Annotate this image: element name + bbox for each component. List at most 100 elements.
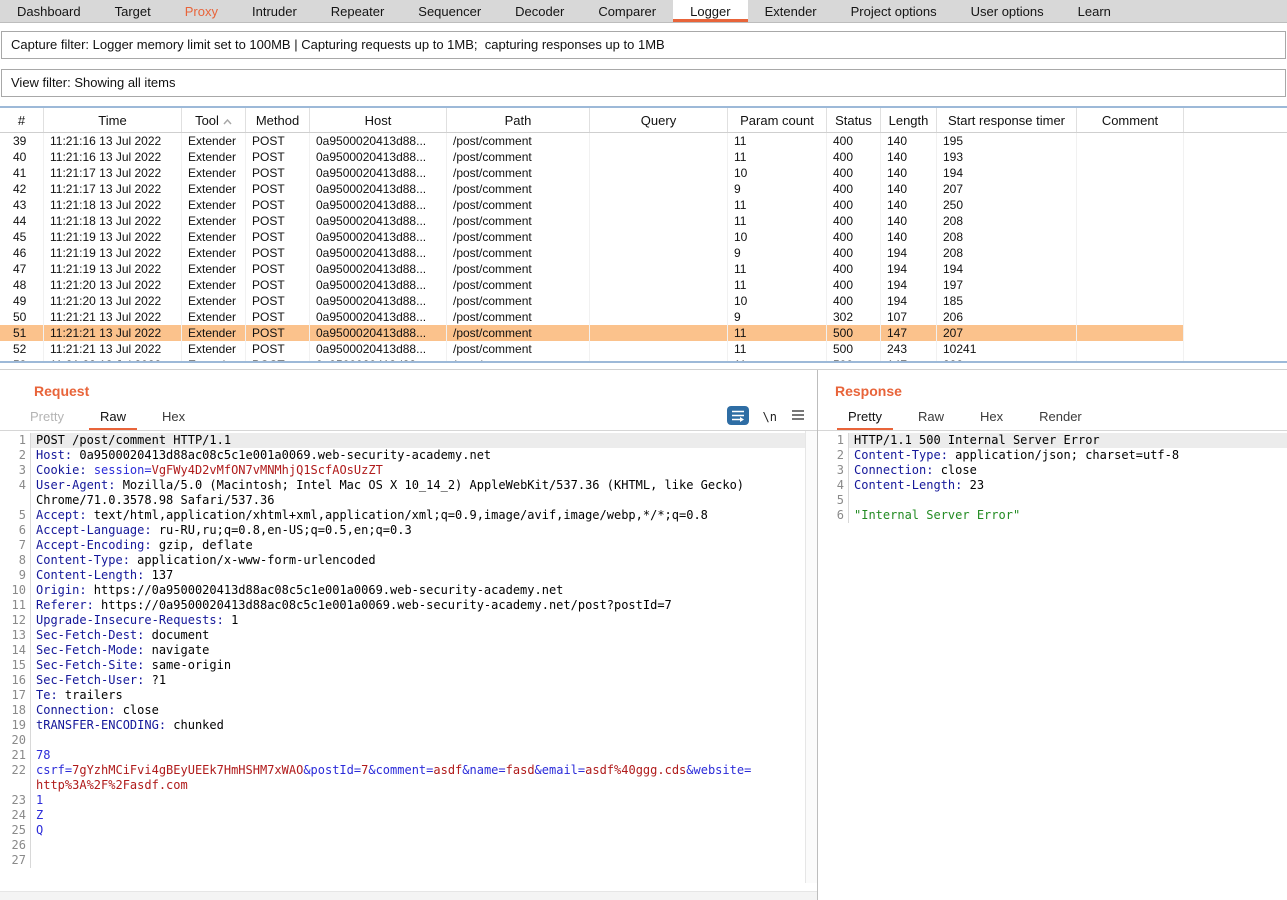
wrap-lines-icon[interactable] <box>727 406 749 428</box>
tab-decoder[interactable]: Decoder <box>498 0 581 22</box>
column-header-status[interactable]: Status <box>827 108 881 132</box>
cell--: 40 <box>0 149 44 165</box>
tab-extender[interactable]: Extender <box>748 0 834 22</box>
response-panel: Response PrettyRawHexRender 1HTTP/1.1 50… <box>818 370 1287 900</box>
tab-comparer[interactable]: Comparer <box>581 0 673 22</box>
tab-intruder[interactable]: Intruder <box>235 0 314 22</box>
request-hscrollbar[interactable] <box>0 891 817 900</box>
log-row[interactable]: 5111:21:21 13 Jul 2022ExtenderPOST0a9500… <box>0 325 1287 341</box>
cell-method: POST <box>246 357 310 363</box>
cell--: 47 <box>0 261 44 277</box>
log-row[interactable]: 4511:21:19 13 Jul 2022ExtenderPOST0a9500… <box>0 229 1287 245</box>
log-row[interactable]: 5311:21:22 13 Jul 2022ExtenderPOST0a9500… <box>0 357 1287 363</box>
tab-proxy[interactable]: Proxy <box>168 0 235 22</box>
cell-query <box>590 325 728 341</box>
line-number: 16 <box>0 673 31 688</box>
request-line: 15Sec-Fetch-Site: same-origin <box>0 658 817 673</box>
column-header-method[interactable]: Method <box>246 108 310 132</box>
cell--: 42 <box>0 181 44 197</box>
cell-query <box>590 261 728 277</box>
column-header--[interactable]: # <box>0 108 44 132</box>
response-editor[interactable]: 1HTTP/1.1 500 Internal Server Error2Cont… <box>818 431 1287 900</box>
editor-menu-icon[interactable] <box>791 409 805 424</box>
column-header-param-count[interactable]: Param count <box>728 108 827 132</box>
request-tab-hex[interactable]: Hex <box>144 403 203 430</box>
log-row[interactable]: 4811:21:20 13 Jul 2022ExtenderPOST0a9500… <box>0 277 1287 293</box>
tab-project-options[interactable]: Project options <box>834 0 954 22</box>
line-content: 78 <box>31 748 817 763</box>
log-row[interactable]: 4111:21:17 13 Jul 2022ExtenderPOST0a9500… <box>0 165 1287 181</box>
request-tab-pretty[interactable]: Pretty <box>12 403 82 430</box>
cell-method: POST <box>246 181 310 197</box>
log-row[interactable]: 4711:21:19 13 Jul 2022ExtenderPOST0a9500… <box>0 261 1287 277</box>
line-content: csrf=7gYzhMCiFvi4gBEyUEEk7HmHSHM7xWAO&po… <box>31 763 817 793</box>
line-content <box>31 838 817 853</box>
cell-query <box>590 197 728 213</box>
capture-filter-bar[interactable]: Capture filter: Logger memory limit set … <box>1 31 1286 59</box>
cell-length: 194 <box>881 277 937 293</box>
cell-path: /post/comment <box>447 213 590 229</box>
log-row[interactable]: 4011:21:16 13 Jul 2022ExtenderPOST0a9500… <box>0 149 1287 165</box>
column-header-tool[interactable]: Tool <box>182 108 246 132</box>
cell-method: POST <box>246 309 310 325</box>
tab-learn[interactable]: Learn <box>1061 0 1128 22</box>
log-row[interactable]: 4211:21:17 13 Jul 2022ExtenderPOST0a9500… <box>0 181 1287 197</box>
cell-status: 400 <box>827 261 881 277</box>
tab-dashboard[interactable]: Dashboard <box>0 0 98 22</box>
cell-tool: Extender <box>182 293 246 309</box>
log-row[interactable]: 4611:21:19 13 Jul 2022ExtenderPOST0a9500… <box>0 245 1287 261</box>
line-content: Content-Length: 23 <box>849 478 1287 493</box>
tab-repeater[interactable]: Repeater <box>314 0 401 22</box>
cell-start-response-timer: 197 <box>937 277 1077 293</box>
cell-param-count: 11 <box>728 133 827 149</box>
cell-query <box>590 181 728 197</box>
log-row[interactable]: 4911:21:20 13 Jul 2022ExtenderPOST0a9500… <box>0 293 1287 309</box>
cell-status: 400 <box>827 165 881 181</box>
column-header-length[interactable]: Length <box>881 108 937 132</box>
cell-query <box>590 341 728 357</box>
tab-sequencer[interactable]: Sequencer <box>401 0 498 22</box>
line-content: Content-Length: 137 <box>31 568 817 583</box>
column-header-host[interactable]: Host <box>310 108 447 132</box>
cell-path: /post/comment <box>447 165 590 181</box>
row-filler <box>1184 325 1287 341</box>
column-header-start-response-timer[interactable]: Start response timer <box>937 108 1077 132</box>
column-header-time[interactable]: Time <box>44 108 182 132</box>
newline-toggle[interactable]: \n <box>763 410 777 424</box>
log-row[interactable]: 5011:21:21 13 Jul 2022ExtenderPOST0a9500… <box>0 309 1287 325</box>
log-row[interactable]: 5211:21:21 13 Jul 2022ExtenderPOST0a9500… <box>0 341 1287 357</box>
log-row[interactable]: 4311:21:18 13 Jul 2022ExtenderPOST0a9500… <box>0 197 1287 213</box>
request-tab-raw[interactable]: Raw <box>82 403 144 430</box>
response-line: 3Connection: close <box>818 463 1287 478</box>
row-filler <box>1184 133 1287 149</box>
cell-time: 11:21:19 13 Jul 2022 <box>44 229 182 245</box>
line-content: Accept: text/html,application/xhtml+xml,… <box>31 508 817 523</box>
request-line: 3Cookie: session=VgFWy4D2vMfON7vMNMhjQ1S… <box>0 463 817 478</box>
column-header-query[interactable]: Query <box>590 108 728 132</box>
column-header-path[interactable]: Path <box>447 108 590 132</box>
log-row[interactable]: 4411:21:18 13 Jul 2022ExtenderPOST0a9500… <box>0 213 1287 229</box>
log-row[interactable]: 3911:21:16 13 Jul 2022ExtenderPOST0a9500… <box>0 133 1287 149</box>
response-tab-hex[interactable]: Hex <box>962 403 1021 430</box>
request-editor[interactable]: 1POST /post/comment HTTP/1.12Host: 0a950… <box>0 431 817 891</box>
cell-method: POST <box>246 229 310 245</box>
cell-comment <box>1077 181 1184 197</box>
tab-user-options[interactable]: User options <box>954 0 1061 22</box>
response-tab-raw[interactable]: Raw <box>900 403 962 430</box>
request-vscrollbar[interactable] <box>805 431 817 883</box>
line-content: HTTP/1.1 500 Internal Server Error <box>849 433 1287 448</box>
cell-comment <box>1077 245 1184 261</box>
tab-target[interactable]: Target <box>98 0 168 22</box>
cell-length: 107 <box>881 309 937 325</box>
column-header-comment[interactable]: Comment <box>1077 108 1184 132</box>
line-content: Upgrade-Insecure-Requests: 1 <box>31 613 817 628</box>
response-tab-pretty[interactable]: Pretty <box>830 403 900 430</box>
response-tab-render[interactable]: Render <box>1021 403 1100 430</box>
cell-status: 400 <box>827 213 881 229</box>
line-number: 2 <box>0 448 31 463</box>
view-filter-bar[interactable]: View filter: Showing all items <box>1 69 1286 97</box>
cell-status: 302 <box>827 309 881 325</box>
cell-param-count: 11 <box>728 149 827 165</box>
cell-path: /post/comment <box>447 293 590 309</box>
tab-logger[interactable]: Logger <box>673 0 747 22</box>
